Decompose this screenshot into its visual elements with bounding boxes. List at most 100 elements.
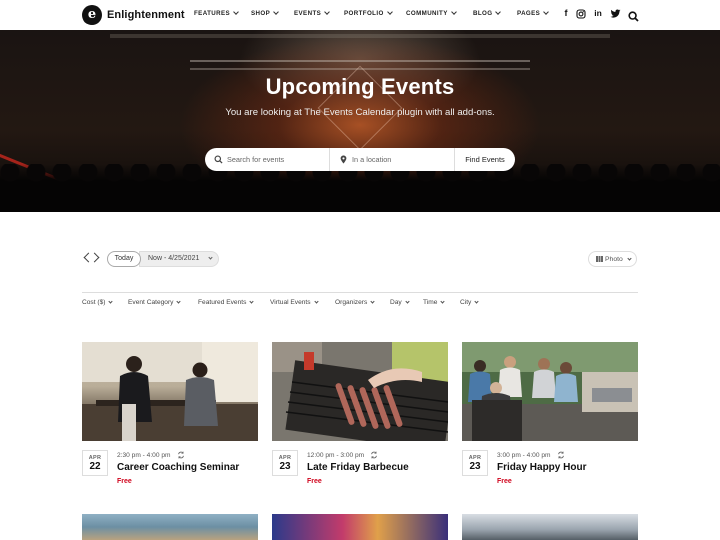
instagram-icon[interactable] [575, 9, 587, 21]
event-time-text: 2:30 pm - 4:00 pm [117, 451, 171, 459]
chevron-down-icon [450, 9, 457, 15]
filter-label: Day [390, 299, 402, 306]
filter-city[interactable]: City [460, 299, 479, 306]
filter-label: Time [423, 299, 438, 306]
chevron-down-icon [108, 299, 114, 304]
event-date-box: APR 23 [272, 450, 298, 476]
filter-event-category[interactable]: Event Category [128, 299, 182, 306]
event-price: Free [117, 478, 132, 485]
filter-virtual-events[interactable]: Virtual Events [270, 299, 319, 306]
filter-cost[interactable]: Cost ($) [82, 299, 114, 306]
chevron-down-icon [233, 9, 239, 15]
linkedin-icon[interactable]: in [592, 8, 604, 18]
crowd-silhouette [0, 164, 720, 212]
event-title[interactable]: Friday Happy Hour [497, 462, 586, 473]
event-title[interactable]: Late Friday Barbecue [307, 462, 409, 473]
nav-item-shop[interactable]: SHOP [251, 9, 279, 17]
search-icon [214, 155, 223, 164]
nav-item-pages[interactable]: PAGES [517, 9, 550, 17]
nav-item-blog[interactable]: BLOG [473, 9, 502, 17]
event-title[interactable]: Career Coaching Seminar [117, 462, 239, 473]
date-range-label: Now - 4/25/2021 [148, 255, 200, 262]
logo-text: Enlightenment [107, 9, 185, 21]
event-image-partial[interactable] [82, 514, 258, 540]
nav-label: EVENTS [294, 10, 322, 17]
divider [82, 292, 638, 293]
chevron-down-icon [386, 9, 393, 15]
chevron-down-icon [405, 299, 410, 304]
today-button[interactable]: Today [107, 251, 141, 267]
map-pin-icon [340, 155, 347, 164]
nav-label: PAGES [517, 10, 541, 17]
filter-label: City [460, 299, 472, 306]
filter-time[interactable]: Time [423, 299, 446, 306]
chevron-down-icon [273, 9, 279, 15]
search-icon[interactable] [628, 9, 640, 22]
view-selector[interactable]: Photo [588, 251, 637, 267]
event-image-partial[interactable] [272, 514, 448, 540]
chevron-down-icon [324, 9, 330, 15]
grid-icon [596, 256, 603, 262]
event-time-text: 3:00 pm - 4:00 pm [497, 451, 551, 459]
recurring-icon [177, 451, 184, 459]
filter-label: Featured Events [198, 299, 247, 306]
chevron-down-icon [176, 299, 182, 304]
recurring-icon [557, 451, 564, 459]
event-image-career-coaching[interactable] [82, 342, 258, 441]
event-day: 22 [89, 461, 101, 472]
event-search-bar: Search for events In a location Find Eve… [205, 148, 515, 171]
page-subtitle: You are looking at The Events Calendar p… [225, 107, 495, 118]
filter-featured-events[interactable]: Featured Events [198, 299, 255, 306]
filter-day[interactable]: Day [390, 299, 410, 306]
nav-label: COMMUNITY [406, 10, 448, 17]
event-image-happy-hour[interactable] [462, 342, 638, 441]
event-time-text: 12:00 pm - 3:00 pm [307, 451, 365, 459]
filter-label: Event Category [128, 299, 174, 306]
stage-truss [110, 34, 610, 38]
event-day: 23 [279, 461, 291, 472]
chevron-down-icon [249, 299, 255, 304]
location-input[interactable]: In a location [330, 148, 455, 171]
page-title: Upcoming Events [265, 74, 455, 99]
hero-banner: Upcoming Events You are looking at The E… [0, 30, 720, 212]
chevron-down-icon [627, 255, 632, 261]
event-date-box: APR 23 [462, 450, 488, 476]
nav-item-features[interactable]: FEATURES [194, 9, 239, 17]
search-input[interactable]: Search for events [205, 148, 330, 171]
filter-label: Cost ($) [82, 299, 106, 306]
filter-organizers[interactable]: Organizers [335, 299, 375, 306]
nav-label: PORTFOLIO [344, 10, 384, 17]
site-logo[interactable]: e Enlightenment [82, 5, 185, 25]
event-time: 12:00 pm - 3:00 pm [307, 451, 378, 459]
event-price: Free [307, 478, 322, 485]
event-day: 23 [469, 461, 481, 472]
filter-label: Organizers [335, 299, 368, 306]
search-placeholder: Search for events [227, 155, 285, 164]
logo-mark: e [82, 5, 102, 25]
nav-label: BLOG [473, 10, 493, 17]
nav-item-community[interactable]: COMMUNITY [406, 9, 457, 17]
event-date-box: APR 22 [82, 450, 108, 476]
chevron-down-icon [495, 9, 502, 15]
view-label: Photo [605, 255, 623, 263]
next-arrow-icon[interactable] [89, 252, 100, 263]
event-image-barbecue[interactable] [272, 342, 448, 441]
nav-item-portfolio[interactable]: PORTFOLIO [344, 9, 393, 17]
event-time: 3:00 pm - 4:00 pm [497, 451, 565, 459]
nav-item-events[interactable]: EVENTS [294, 9, 330, 17]
site-header: e Enlightenment FEATURES SHOP EVENTS POR… [0, 0, 720, 30]
event-image-partial[interactable] [462, 514, 638, 540]
location-placeholder: In a location [352, 155, 392, 164]
facebook-icon[interactable]: f [560, 8, 572, 18]
filter-label: Virtual Events [270, 299, 311, 306]
nav-label: FEATURES [194, 10, 231, 17]
twitter-icon[interactable] [609, 9, 621, 21]
chevron-down-icon [313, 299, 319, 304]
event-price: Free [497, 478, 512, 485]
chevron-down-icon [543, 9, 550, 15]
date-range-picker[interactable]: Now - 4/25/2021 [139, 251, 219, 267]
find-events-button[interactable]: Find Events [455, 148, 515, 171]
recurring-icon [371, 451, 378, 459]
chevron-down-icon [370, 299, 375, 304]
nav-label: SHOP [251, 10, 271, 17]
